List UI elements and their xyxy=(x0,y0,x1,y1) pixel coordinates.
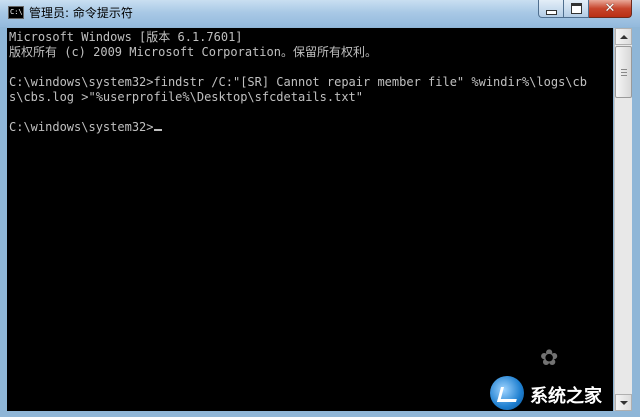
console-line: Microsoft Windows [版本 6.1.7601] xyxy=(9,30,243,44)
grip-line xyxy=(621,69,627,70)
watermark-text: 系统之家 xyxy=(530,386,602,407)
console-line: s\cbs.log >"%userprofile%\Desktop\sfcdet… xyxy=(9,90,364,104)
maximize-button[interactable] xyxy=(564,0,589,18)
close-icon: ✕ xyxy=(604,1,616,16)
window-controls: ✕ xyxy=(538,0,632,19)
window-title: 管理员: 命令提示符 xyxy=(29,6,133,20)
minimize-button[interactable] xyxy=(538,0,564,18)
cmd-icon-label: C:\ xyxy=(10,8,23,16)
vertical-scrollbar[interactable] xyxy=(614,28,632,411)
text-cursor xyxy=(153,129,162,131)
close-button[interactable]: ✕ xyxy=(589,0,632,18)
console-output[interactable]: Microsoft Windows [版本 6.1.7601] 版权所有 (c)… xyxy=(7,28,613,411)
maximize-icon xyxy=(570,3,582,14)
watermark-logo-icon xyxy=(490,376,524,410)
console-prompt: C:\windows\system32> xyxy=(9,120,154,134)
minimize-icon xyxy=(545,9,557,15)
paw-watermark-icon: ✿ xyxy=(540,346,559,371)
grip-line xyxy=(621,75,627,76)
console-line: 版权所有 (c) 2009 Microsoft Corporation。保留所有… xyxy=(9,45,377,59)
grip-line xyxy=(621,72,627,73)
cmd-app-icon[interactable]: C:\ xyxy=(8,6,24,19)
console-line: C:\windows\system32>findstr /C:"[SR] Can… xyxy=(9,75,587,89)
arrow-up-icon xyxy=(619,34,628,39)
scroll-up-button[interactable] xyxy=(615,28,632,45)
console-prompt-line: C:\windows\system32> xyxy=(9,120,162,135)
title-bar[interactable]: C:\ 管理员: 命令提示符 ✕ xyxy=(0,0,640,27)
site-watermark: 系统之家 xyxy=(490,372,638,414)
scrollbar-thumb[interactable] xyxy=(615,46,632,98)
